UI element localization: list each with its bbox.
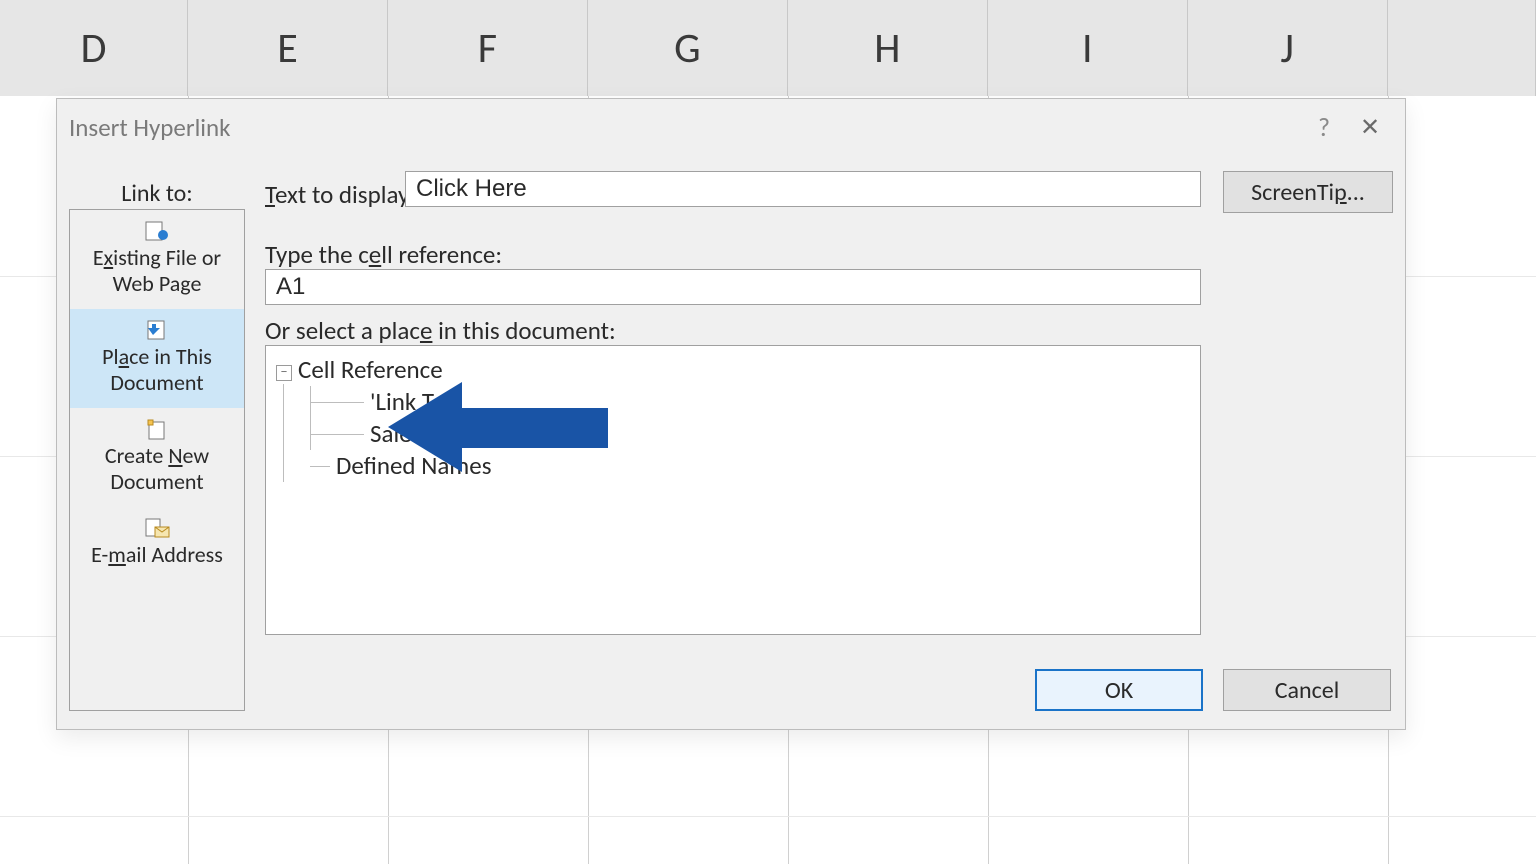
- email-icon: [143, 517, 171, 539]
- select-place-label: Or select a place in this document:: [265, 315, 616, 346]
- link-to-sidebar: Existing File or Web Page Place in This …: [69, 209, 245, 711]
- tree-node-defined-names[interactable]: Defined Names: [310, 450, 1190, 482]
- link-to-label: Link to:: [69, 179, 245, 208]
- tree-node-link-to[interactable]: 'Link To': [344, 386, 1190, 418]
- cancel-button[interactable]: Cancel: [1223, 669, 1391, 711]
- sidebar-item-existing-file[interactable]: Existing File or Web Page: [70, 210, 244, 309]
- col-header-next[interactable]: [1388, 0, 1536, 96]
- tree-collapse-icon[interactable]: −: [276, 365, 292, 381]
- col-header-J[interactable]: J: [1188, 0, 1388, 96]
- sidebar-item-create-new[interactable]: Create New Document: [70, 408, 244, 507]
- dialog-titlebar: Insert Hyperlink ? ✕: [57, 99, 1405, 155]
- col-header-E[interactable]: E: [188, 0, 388, 96]
- ok-button[interactable]: OK: [1035, 669, 1203, 711]
- tree-node-cell-reference[interactable]: Cell Reference: [298, 354, 443, 385]
- sidebar-item-place-in-document[interactable]: Place in This Document: [70, 309, 244, 408]
- screentip-button[interactable]: ScreenTip...: [1223, 171, 1393, 213]
- sidebar-item-email[interactable]: E-mail Address: [70, 507, 244, 580]
- ok-label: OK: [1105, 676, 1133, 705]
- col-header-I[interactable]: I: [988, 0, 1188, 96]
- col-header-H[interactable]: H: [788, 0, 988, 96]
- cell-reference-label: Type the cell reference:: [265, 239, 502, 270]
- document-place-tree[interactable]: −Cell Reference 'Link To' Sales Defined …: [265, 345, 1201, 635]
- col-header-D[interactable]: D: [0, 0, 188, 96]
- close-icon[interactable]: ✕: [1347, 113, 1393, 142]
- cell-reference-input[interactable]: [265, 269, 1201, 305]
- column-header-row: D E F G H I J: [0, 0, 1536, 97]
- file-web-icon: [143, 220, 171, 242]
- new-document-icon: [143, 418, 171, 440]
- screentip-label: ScreenTip...: [1251, 178, 1365, 207]
- insert-hyperlink-dialog: Insert Hyperlink ? ✕ Link to: Existing F…: [56, 98, 1406, 730]
- cancel-label: Cancel: [1275, 676, 1340, 705]
- col-header-F[interactable]: F: [388, 0, 588, 96]
- tree-node-sales[interactable]: Sales: [344, 418, 1190, 450]
- help-icon[interactable]: ?: [1301, 111, 1347, 143]
- text-to-display-label: Text to display:: [265, 179, 416, 210]
- col-header-G[interactable]: G: [588, 0, 788, 96]
- text-to-display-input[interactable]: [405, 171, 1201, 207]
- place-in-document-icon: [143, 319, 171, 341]
- dialog-title: Insert Hyperlink: [69, 112, 231, 143]
